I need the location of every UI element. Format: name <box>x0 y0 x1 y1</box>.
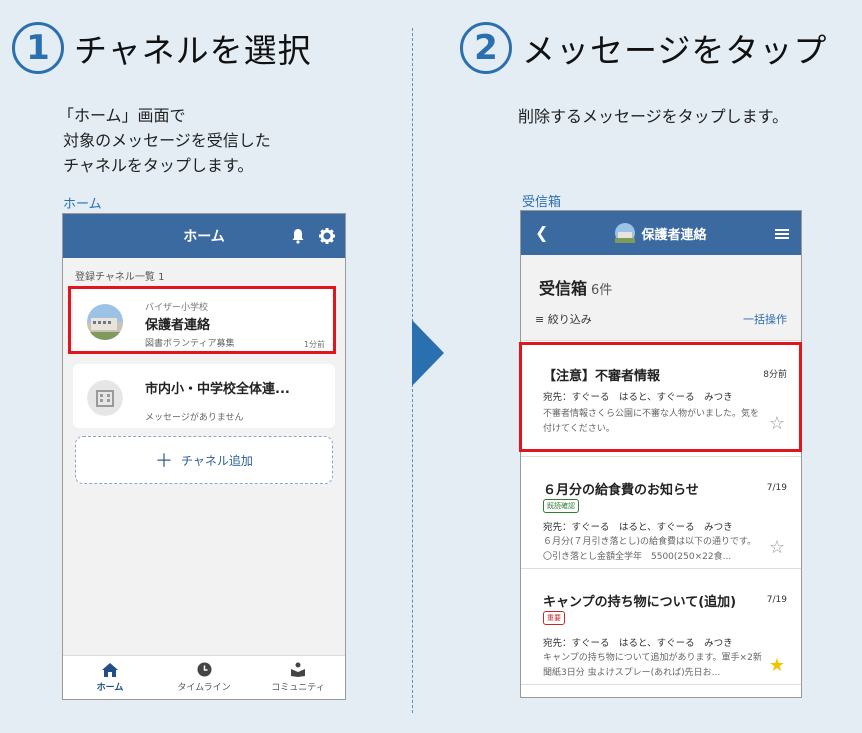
add-channel-button[interactable]: ＋ チャネル追加 <box>75 436 333 484</box>
channel-name: 市内小・中学校全体連... <box>145 382 290 397</box>
channel-avatar-icon <box>615 223 636 243</box>
inbox-appbar: ❮ 保護者連絡 <box>521 211 801 255</box>
step2-number: 2 <box>460 22 512 74</box>
star-filled-icon[interactable]: ★ <box>769 655 785 676</box>
home-screen-label: ホーム <box>63 197 102 212</box>
inbox-screen: ❮ 保護者連絡 受信箱 6件 ≡ 絞り込み 一括操作 【注意】不審者情報 8分前 … <box>520 210 802 698</box>
step2-heading: 2 メッセージをタップ <box>460 22 827 74</box>
latest-message: メッセージがありません <box>145 413 244 423</box>
clock-icon <box>197 662 211 677</box>
message-item[interactable]: キャンプの持ち物について(追加) 7/19 重要 宛先：すぐーる はると、すぐー… <box>521 569 801 685</box>
important-badge: 重要 <box>543 611 565 625</box>
step1-number: 1 <box>12 22 64 74</box>
inbox-channel-name: 保護者連絡 <box>641 227 707 243</box>
message-preview: ６月分(７月引き落とし)の給食費は以下の通りです。〇引き落とし金額全学年 550… <box>543 537 757 562</box>
school-building-icon <box>87 380 123 416</box>
tab-home-label: ホーム <box>96 682 124 693</box>
inbox-count: 6件 <box>591 283 613 298</box>
tab-timeline-label: タイムライン <box>177 683 231 693</box>
plus-icon: ＋ <box>155 451 174 472</box>
bulk-action-button[interactable]: 一括操作 <box>743 311 787 327</box>
inbox-appbar-title: 保護者連絡 <box>521 223 801 243</box>
message-title: ６月分の給食費のお知らせ <box>543 483 699 498</box>
step2-description: 削除するメッセージをタップします。 <box>518 107 789 126</box>
tab-timeline[interactable]: タイムライン <box>157 656 251 699</box>
message-title: キャンプの持ち物について(追加) <box>543 595 737 610</box>
read-confirm-badge: 既読確認 <box>543 499 579 513</box>
step1-heading: 1 チャネルを選択 <box>12 22 312 74</box>
inbox-title-text: 受信箱 <box>539 279 588 298</box>
message-time: 7/19 <box>766 595 787 605</box>
channel-list-header: 登録チャネル一覧 1 <box>75 272 165 283</box>
tab-community[interactable]: コミュニティ <box>251 656 345 699</box>
step1-text: チャネルを選択 <box>74 31 312 70</box>
tab-community-label: コミュニティ <box>271 683 325 693</box>
message-highlight-box <box>519 342 802 452</box>
filter-icon: ≡ <box>535 313 545 326</box>
bell-icon[interactable] <box>291 228 307 244</box>
bottom-tabbar: ホーム タイムライン コミュニティ <box>63 655 345 699</box>
message-recipients: 宛先：すぐーる はると、すぐーる みつき <box>543 638 733 649</box>
add-channel-label: チャネル追加 <box>181 453 253 468</box>
message-preview: キャンプの持ち物について追加があります。軍手×2新聞紙3日分 虫よけスプレー(あ… <box>543 653 762 678</box>
inbox-header: 受信箱 6件 ≡ 絞り込み 一括操作 <box>521 255 801 341</box>
tab-home[interactable]: ホーム <box>63 656 157 699</box>
home-icon <box>102 662 118 677</box>
inbox-screen-label: 受信箱 <box>522 195 562 210</box>
community-icon <box>291 662 305 677</box>
inbox-title: 受信箱 6件 <box>539 275 612 299</box>
star-icon[interactable]: ☆ <box>769 537 785 558</box>
home-appbar: ホーム <box>63 214 345 258</box>
channel-card-shinai[interactable]: 市内小・中学校全体連... メッセージがありません <box>73 364 335 428</box>
message-recipients: 宛先：すぐーる はると、すぐーる みつき <box>543 522 733 533</box>
step2-text: メッセージをタップ <box>522 31 828 70</box>
filter-button[interactable]: ≡ 絞り込み <box>535 311 592 327</box>
message-time: 7/19 <box>766 483 787 493</box>
gear-icon[interactable] <box>319 228 335 244</box>
filter-label: 絞り込み <box>547 313 592 326</box>
menu-icon[interactable] <box>775 225 789 244</box>
message-item[interactable]: ６月分の給食費のお知らせ 7/19 既読確認 宛先：すぐーる はると、すぐーる … <box>521 457 801 569</box>
step1-description: 「ホーム」画面で 対象のメッセージを受信した チャネルをタップします。 <box>58 106 271 175</box>
next-step-arrow <box>412 320 444 386</box>
channel-highlight-box <box>68 286 336 354</box>
